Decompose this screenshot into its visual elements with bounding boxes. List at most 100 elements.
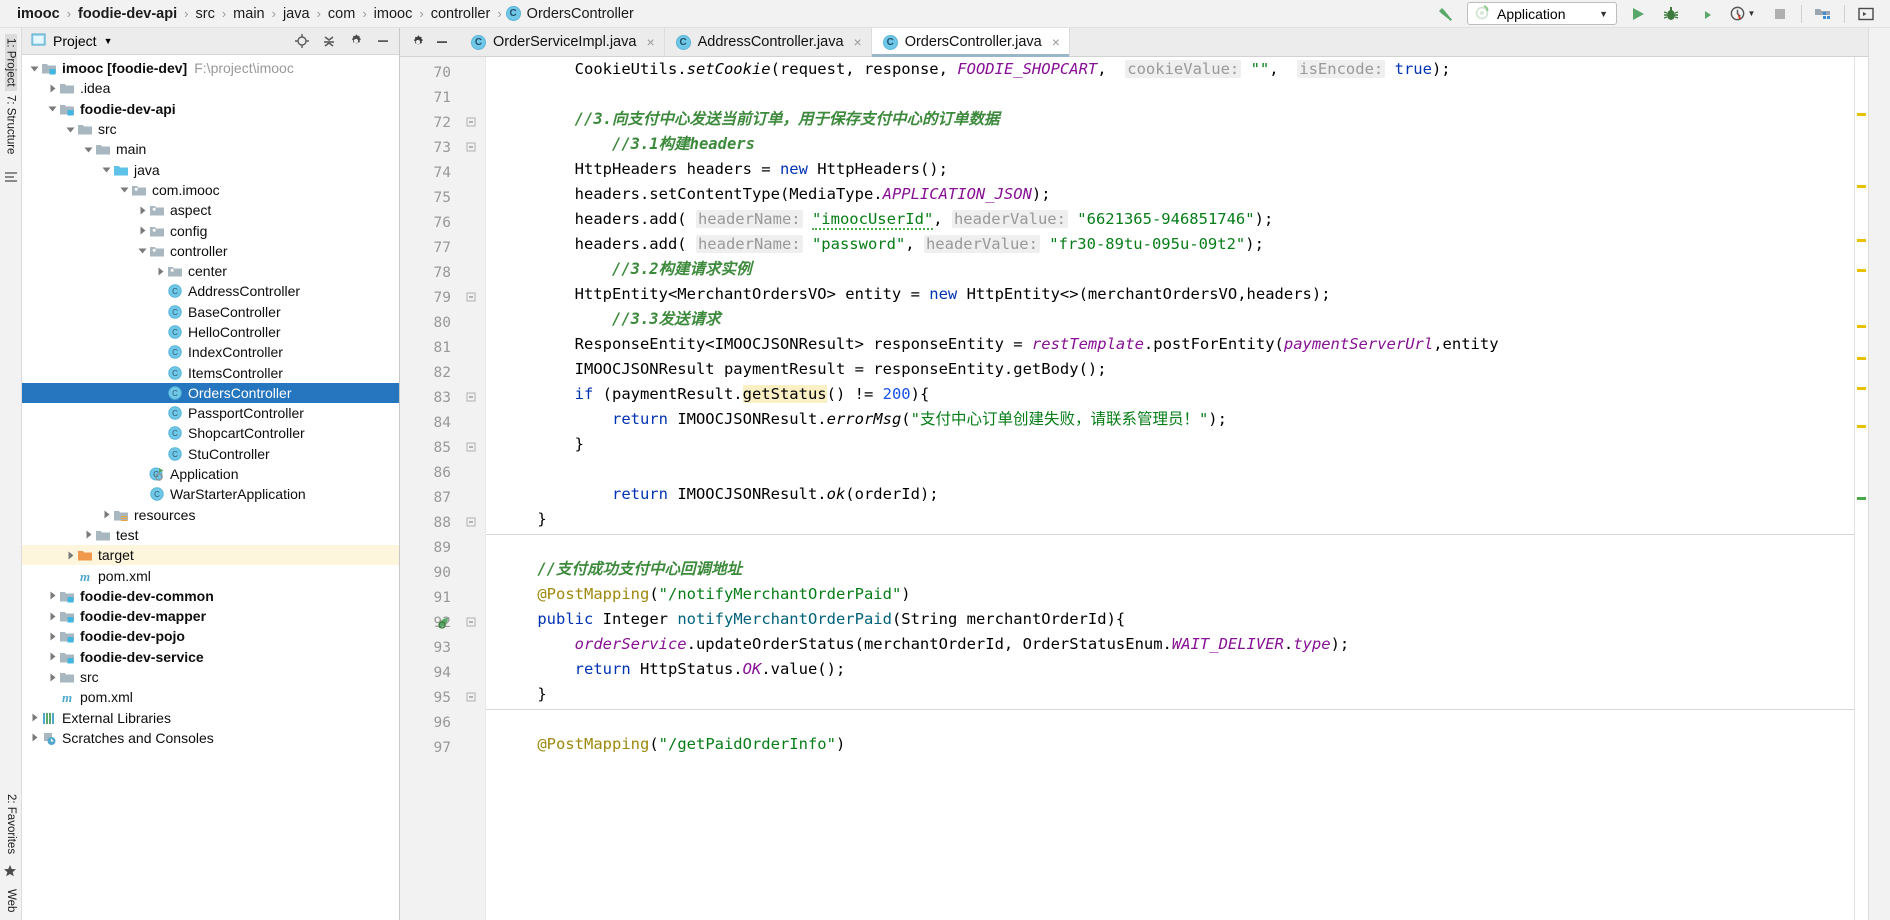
code-line[interactable] xyxy=(500,82,1854,107)
code-line[interactable]: @PostMapping("/getPaidOrderInfo") xyxy=(500,732,1854,757)
hide-icon[interactable] xyxy=(431,31,453,53)
tree-item-addresscontroller[interactable]: C AddressController xyxy=(22,281,399,301)
tree-twisty-open[interactable] xyxy=(118,183,131,196)
tree-item-stucontroller[interactable]: C StuController xyxy=(22,444,399,464)
tree-item-foodie-dev-api[interactable]: foodie-dev-api xyxy=(22,99,399,119)
breadcrumb-item-src[interactable]: src xyxy=(188,6,221,22)
chevron-down-icon[interactable]: ▼ xyxy=(104,36,113,46)
tree-item-application[interactable]: C Application xyxy=(22,464,399,484)
tree-twisty-open[interactable] xyxy=(64,123,77,136)
tree-twisty-closed[interactable] xyxy=(136,224,149,237)
gear-icon[interactable] xyxy=(407,31,429,53)
tree-item-shopcartcontroller[interactable]: C ShopcartController xyxy=(22,423,399,443)
tree-twisty-closed[interactable] xyxy=(154,265,167,278)
breadcrumb-item-foodie-dev-api[interactable]: foodie-dev-api xyxy=(71,6,184,22)
tree-item-foodie-dev-common[interactable]: foodie-dev-common xyxy=(22,586,399,606)
breadcrumb-item-imooc[interactable]: imooc xyxy=(367,6,420,22)
rail-tab-structure[interactable]: 7: Structure xyxy=(5,91,17,158)
tree-twisty-closed[interactable] xyxy=(46,650,59,663)
close-icon[interactable]: × xyxy=(854,34,862,50)
close-icon[interactable]: × xyxy=(1052,34,1060,50)
breadcrumb-item-imooc[interactable]: imooc xyxy=(10,6,67,22)
fold-marker[interactable] xyxy=(465,386,479,411)
code-line[interactable]: return HttpStatus.OK.value(); xyxy=(500,657,1854,682)
hide-icon[interactable] xyxy=(373,31,393,51)
code-line[interactable]: //3.1构建headers xyxy=(500,132,1854,157)
tree-item-foodie-dev-service[interactable]: foodie-dev-service xyxy=(22,647,399,667)
tree-twisty-open[interactable] xyxy=(28,62,41,75)
breadcrumb-item-main[interactable]: main xyxy=(226,6,271,22)
tree-twisty-closed[interactable] xyxy=(46,630,59,643)
tree-twisty-closed[interactable] xyxy=(46,610,59,623)
code-line[interactable]: return IMOOCJSONResult.errorMsg("支付中心订单创… xyxy=(500,407,1854,432)
code-content[interactable]: CookieUtils.setCookie(request, response,… xyxy=(486,57,1854,920)
project-tree[interactable]: imooc [foodie-dev] F:\project\imooc .idea f… xyxy=(22,55,399,920)
run-with-coverage-icon[interactable] xyxy=(1692,2,1716,26)
code-line[interactable]: HttpEntity<MerchantOrdersVO> entity = ne… xyxy=(500,282,1854,307)
editor-tab-orderserviceimpl[interactable]: C OrderServiceImpl.java × xyxy=(460,28,665,56)
tree-item-warstarterapplication[interactable]: C WarStarterApplication xyxy=(22,484,399,504)
code-line[interactable]: //3.向支付中心发送当前订单，用于保存支付中心的订单数据 xyxy=(500,107,1854,132)
code-line[interactable]: //3.3发送请求 xyxy=(500,307,1854,332)
tree-item-basecontroller[interactable]: C BaseController xyxy=(22,302,399,322)
build-hammer-icon[interactable] xyxy=(1434,2,1458,26)
code-line[interactable]: ResponseEntity<IMOOCJSONResult> response… xyxy=(500,332,1854,357)
tree-item-center[interactable]: center xyxy=(22,261,399,281)
fold-marker[interactable] xyxy=(465,611,479,636)
tree-item-src[interactable]: src xyxy=(22,119,399,139)
tree-item-imooc-foodie-dev-[interactable]: imooc [foodie-dev] F:\project\imooc xyxy=(22,58,399,78)
marker-stripe[interactable] xyxy=(1857,425,1866,428)
tree-item-hellocontroller[interactable]: C HelloController xyxy=(22,322,399,342)
fold-marker[interactable] xyxy=(465,436,479,461)
run-configuration-selector[interactable]: Application ▼ xyxy=(1467,2,1617,25)
fold-marker[interactable] xyxy=(465,686,479,711)
tree-item--idea[interactable]: .idea xyxy=(22,78,399,98)
tree-item-orderscontroller[interactable]: C OrdersController xyxy=(22,382,399,404)
code-line[interactable] xyxy=(500,532,1854,557)
tree-item-controller[interactable]: controller xyxy=(22,241,399,261)
tree-twisty-closed[interactable] xyxy=(46,589,59,602)
tree-item-test[interactable]: test xyxy=(22,525,399,545)
code-line[interactable]: } xyxy=(500,682,1854,707)
code-line[interactable]: return IMOOCJSONResult.ok(orderId); xyxy=(500,482,1854,507)
code-line[interactable]: orderService.updateOrderStatus(merchantO… xyxy=(500,632,1854,657)
error-marker-bar[interactable] xyxy=(1854,57,1868,920)
chevron-down-icon[interactable]: ▼ xyxy=(1599,9,1608,19)
fold-marker[interactable] xyxy=(465,286,479,311)
code-line[interactable]: public Integer notifyMerchantOrderPaid(S… xyxy=(500,607,1854,632)
run-icon[interactable] xyxy=(1626,2,1650,26)
tree-item-indexcontroller[interactable]: C IndexController xyxy=(22,342,399,362)
editor-tab-addresscontroller[interactable]: C AddressController.java × xyxy=(664,28,872,56)
tree-twisty-open[interactable] xyxy=(136,244,149,257)
terminal-icon[interactable] xyxy=(1854,2,1878,26)
code-line[interactable]: headers.setContentType(MediaType.APPLICA… xyxy=(500,182,1854,207)
code-line[interactable]: HttpHeaders headers = new HttpHeaders(); xyxy=(500,157,1854,182)
project-structure-icon[interactable] xyxy=(1811,2,1835,26)
code-line[interactable]: //支付成功支付中心回调地址 xyxy=(500,557,1854,582)
rail-tab-favorites[interactable]: 2: Favorites xyxy=(5,790,17,858)
fold-marker[interactable] xyxy=(465,111,479,136)
code-line[interactable]: } xyxy=(500,507,1854,532)
tree-item-aspect[interactable]: aspect xyxy=(22,200,399,220)
star-icon[interactable] xyxy=(3,864,19,880)
marker-stripe[interactable] xyxy=(1857,497,1866,500)
marker-stripe[interactable] xyxy=(1857,239,1866,242)
code-line[interactable] xyxy=(500,707,1854,732)
tree-twisty-open[interactable] xyxy=(82,143,95,156)
tree-item-passportcontroller[interactable]: C PassportController xyxy=(22,403,399,423)
spring-bean-gutter-icon[interactable] xyxy=(436,615,452,631)
tree-item-src[interactable]: src xyxy=(22,667,399,687)
tree-item-external-libraries[interactable]: External Libraries xyxy=(22,708,399,728)
tree-item-com-imooc[interactable]: com.imooc xyxy=(22,180,399,200)
code-line[interactable]: if (paymentResult.getStatus() != 200){ xyxy=(500,382,1854,407)
rail-tab-web[interactable]: Web xyxy=(5,885,17,916)
marker-stripe[interactable] xyxy=(1857,185,1866,188)
breadcrumb-item-com[interactable]: com xyxy=(321,6,362,22)
tree-twisty-closed[interactable] xyxy=(64,549,77,562)
tree-item-foodie-dev-pojo[interactable]: foodie-dev-pojo xyxy=(22,626,399,646)
tree-item-foodie-dev-mapper[interactable]: foodie-dev-mapper xyxy=(22,606,399,626)
code-line[interactable]: IMOOCJSONResult paymentResult = response… xyxy=(500,357,1854,382)
code-line[interactable]: @PostMapping("/notifyMerchantOrderPaid") xyxy=(500,582,1854,607)
tree-twisty-closed[interactable] xyxy=(136,204,149,217)
breadcrumb-item-java[interactable]: java xyxy=(276,6,317,22)
